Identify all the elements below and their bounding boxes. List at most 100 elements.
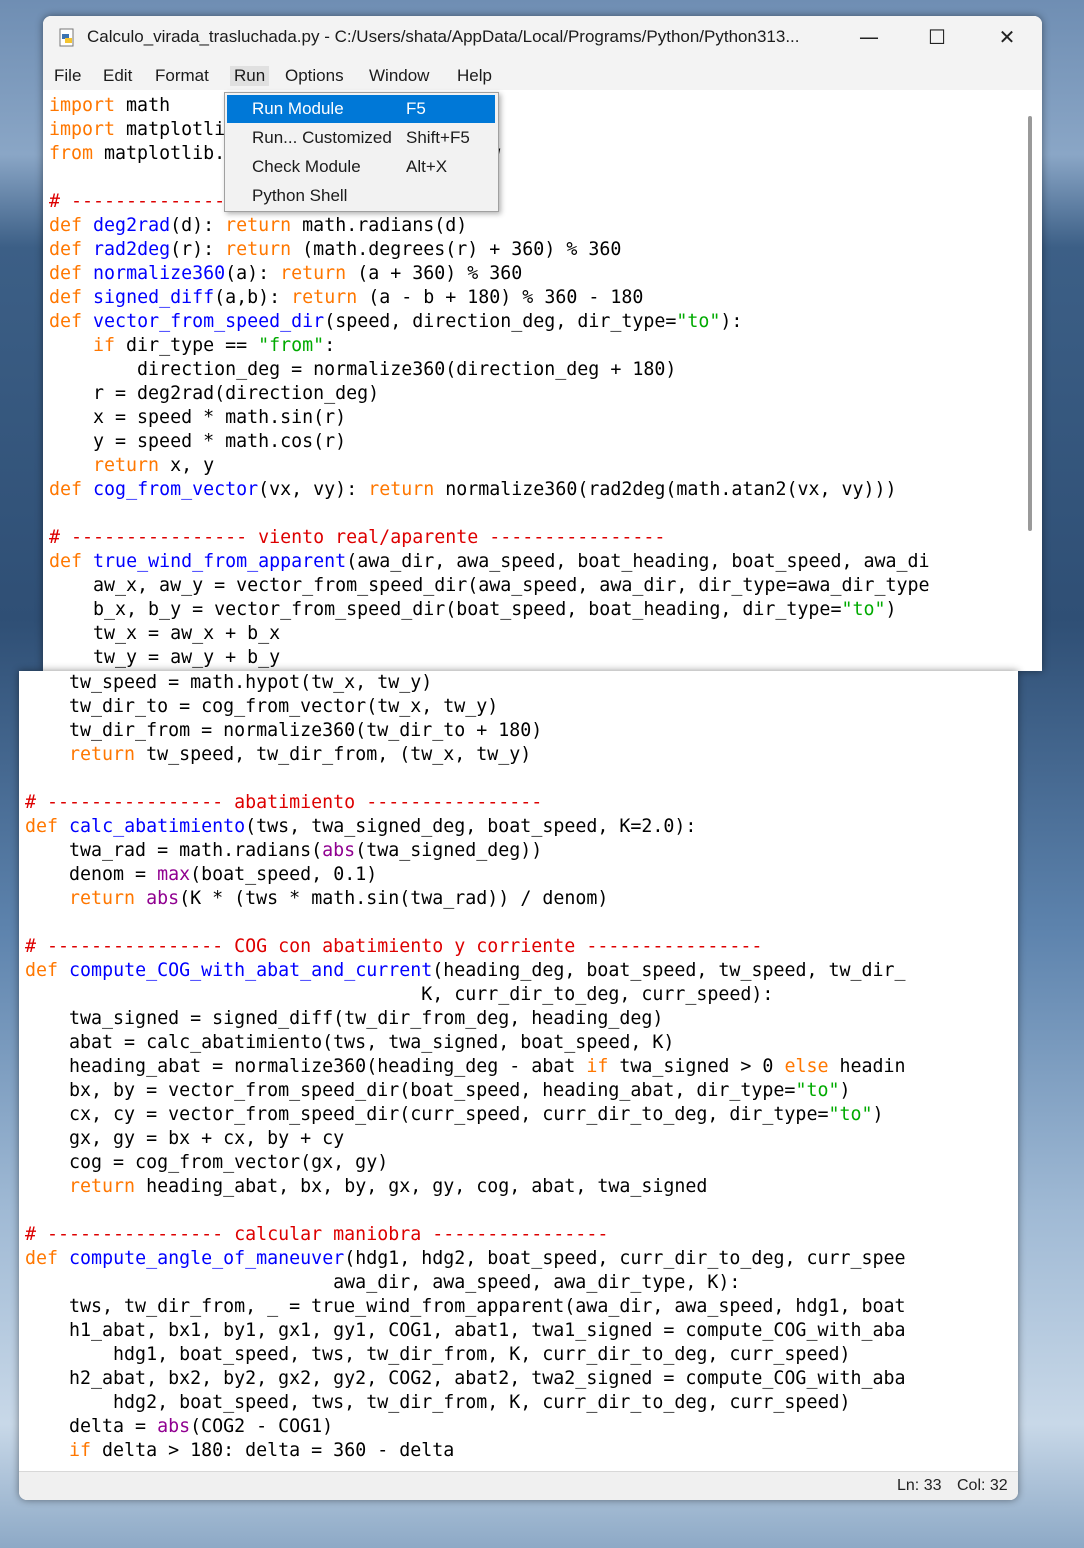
code-token: max <box>157 864 191 885</box>
menu-options[interactable]: Options <box>285 66 344 86</box>
code-token: tw_y = aw_y + b_y <box>49 647 281 668</box>
code-line: def vector_from_speed_dir(speed, directi… <box>49 310 1025 334</box>
code-line: return tw_speed, tw_dir_from, (tw_x, tw_… <box>25 743 1001 767</box>
code-token: denom = <box>25 864 158 885</box>
menu-edit[interactable]: Edit <box>103 66 132 86</box>
menu-file[interactable]: File <box>54 66 81 86</box>
code-token: abs <box>322 840 356 861</box>
menu-window[interactable]: Window <box>369 66 429 86</box>
code-line: # ---------------- util ---------------- <box>49 190 1025 214</box>
code-line: if dir_type == "from": <box>49 334 1025 358</box>
code-token: delta = <box>25 1416 158 1437</box>
code-line: tw_dir_from = normalize360(tw_dir_to + 1… <box>25 719 1001 743</box>
code-token: : <box>324 335 336 356</box>
code-line: cog = cog_from_vector(gx, gy) <box>25 1151 1001 1175</box>
menu-item-run-module[interactable]: Run Module F5 <box>227 95 495 123</box>
code-token: "to" <box>676 311 721 332</box>
code-editor[interactable]: import mathimport matplotlib.pyplot as p… <box>49 94 1025 671</box>
code-line: h1_abat, bx1, by1, gx1, gy1, COG1, abat1… <box>25 1319 1001 1343</box>
code-line: # ---------------- viento real/aparente … <box>49 526 1025 550</box>
code-line: K, curr_dir_to_deg, curr_speed): <box>25 983 1001 1007</box>
code-token: normalize360 <box>93 263 226 284</box>
menu-run[interactable]: Run <box>230 66 270 86</box>
code-token: compute_angle_of_maneuver <box>69 1248 345 1269</box>
code-token: (heading_deg, boat_speed, tw_speed, tw_d… <box>432 960 906 981</box>
status-line: Ln: 33 <box>897 1477 942 1494</box>
code-line: tw_dir_to = cog_from_vector(tw_x, tw_y) <box>25 695 1001 719</box>
vertical-scrollbar[interactable] <box>1028 116 1032 531</box>
code-token: def <box>25 1248 59 1269</box>
code-token: aw_x, aw_y = vector_from_speed_dir(awa_s… <box>49 575 930 596</box>
code-line: if delta > 180: delta = 360 - delta <box>25 1439 1001 1463</box>
idle-editor-window-continued: tw_speed = math.hypot(tw_x, tw_y) tw_dir… <box>19 671 1018 1500</box>
code-token: gx, gy = bx + cx, by + cy <box>25 1128 345 1149</box>
code-token: hdg1, boat_speed, tws, tw_dir_from, K, c… <box>25 1344 851 1365</box>
code-token: else <box>784 1056 829 1077</box>
code-token: ): <box>720 311 743 332</box>
code-token: # ---------------- calcular maniobra ---… <box>25 1224 609 1245</box>
code-line: tw_x = aw_x + b_x <box>49 622 1025 646</box>
code-token: (a,b): <box>214 287 292 308</box>
code-token: math <box>115 95 171 116</box>
code-line: delta = abs(COG2 - COG1) <box>25 1415 1001 1439</box>
code-editor-continued[interactable]: tw_speed = math.hypot(tw_x, tw_y) tw_dir… <box>25 671 1001 1471</box>
code-token: b_x, b_y = vector_from_speed_dir(boat_sp… <box>49 599 842 620</box>
code-line: gx, gy = bx + cx, by + cy <box>25 1127 1001 1151</box>
code-token: tw_dir_from = normalize360(tw_dir_to + 1… <box>25 720 543 741</box>
code-token: y = speed * math.cos(r) <box>49 431 347 452</box>
code-token: h1_abat, bx1, by1, gx1, gy1, COG1, abat1… <box>25 1320 906 1341</box>
code-token: ) <box>872 1104 884 1125</box>
code-token: import <box>49 95 116 116</box>
status-bar: Ln: 33 Col: 32 <box>19 1471 1018 1500</box>
code-token: (speed, direction_deg, dir_type= <box>324 311 677 332</box>
code-token: abs <box>157 1416 191 1437</box>
menu-help[interactable]: Help <box>457 66 492 86</box>
code-token: def <box>49 215 83 236</box>
code-token: return <box>291 287 358 308</box>
code-line: def compute_angle_of_maneuver(hdg1, hdg2… <box>25 1247 1001 1271</box>
menu-format[interactable]: Format <box>155 66 209 86</box>
close-button[interactable]: ✕ <box>984 16 1030 60</box>
code-token: (a): <box>225 263 281 284</box>
code-token: x, y <box>159 455 215 476</box>
code-line: def compute_COG_with_abat_and_current(he… <box>25 959 1001 983</box>
code-line: return heading_abat, bx, by, gx, gy, cog… <box>25 1175 1001 1199</box>
run-menu-dropdown: Run Module F5 Run... Customized Shift+F5… <box>224 92 499 212</box>
menu-item-run-customized[interactable]: Run... Customized Shift+F5 <box>227 124 495 152</box>
menu-item-check-module[interactable]: Check Module Alt+X <box>227 153 495 181</box>
code-token: if <box>93 335 116 356</box>
code-line: bx, by = vector_from_speed_dir(boat_spee… <box>25 1079 1001 1103</box>
code-token: cog = cog_from_vector(gx, gy) <box>25 1152 389 1173</box>
code-token: heading_abat = normalize360(heading_deg … <box>25 1056 587 1077</box>
code-token: h2_abat, bx2, by2, gx2, gy2, COG2, abat2… <box>25 1368 906 1389</box>
code-token: tw_speed = math.hypot(tw_x, tw_y) <box>25 672 433 693</box>
code-line: hdg1, boat_speed, tws, tw_dir_from, K, c… <box>25 1343 1001 1367</box>
code-line: x = speed * math.sin(r) <box>49 406 1025 430</box>
code-token: (a + 360) % 360 <box>346 263 523 284</box>
menu-item-python-shell[interactable]: Python Shell <box>227 182 495 210</box>
title-bar[interactable]: Calculo_virada_trasluchada.py - C:/Users… <box>43 16 1042 61</box>
code-line: return abs(K * (tws * math.sin(twa_rad))… <box>25 887 1001 911</box>
code-line: cx, cy = vector_from_speed_dir(curr_spee… <box>25 1103 1001 1127</box>
code-token: x = speed * math.sin(r) <box>49 407 347 428</box>
code-line: twa_rad = math.radians(abs(twa_signed_de… <box>25 839 1001 863</box>
code-token: # ---------------- viento real/aparente … <box>49 527 666 548</box>
code-token: abat = calc_abatimiento(tws, twa_signed,… <box>25 1032 675 1053</box>
minimize-button[interactable]: — <box>846 16 892 60</box>
code-line: # ---------------- calcular maniobra ---… <box>25 1223 1001 1247</box>
code-token: signed_diff <box>93 287 215 308</box>
code-line: tw_y = aw_y + b_y <box>49 646 1025 670</box>
code-token: (hdg1, hdg2, boat_speed, curr_dir_to_deg… <box>344 1248 906 1269</box>
code-line: y = speed * math.cos(r) <box>49 430 1025 454</box>
maximize-button[interactable]: ☐ <box>914 16 960 60</box>
code-token: cog_from_vector <box>93 479 259 500</box>
